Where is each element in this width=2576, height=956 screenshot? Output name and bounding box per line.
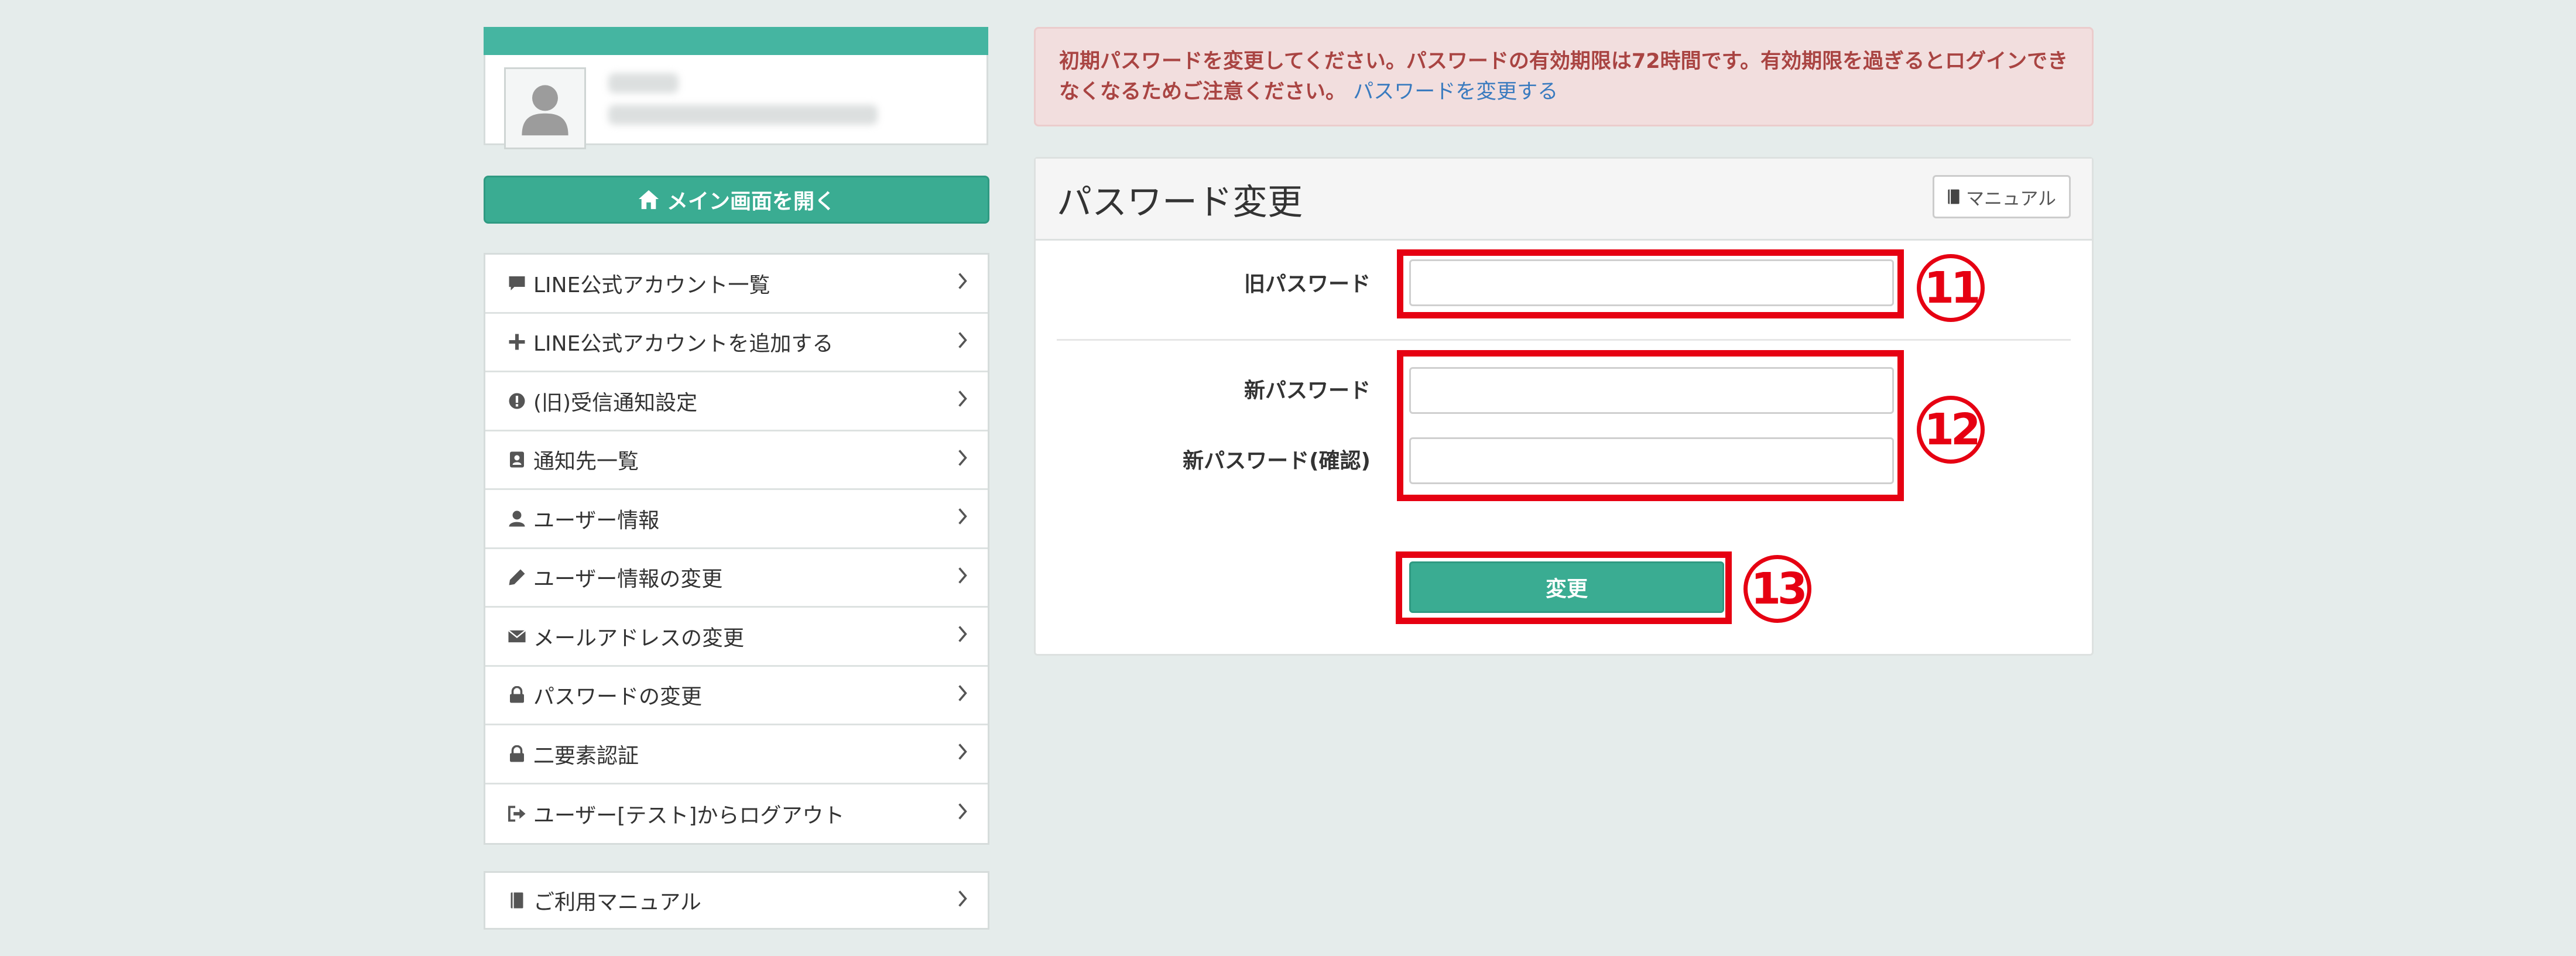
annotation-box-submit [1396, 551, 1732, 624]
open-main-screen-label: メイン画面を開く [666, 190, 835, 214]
new-password-confirm-label: 新パスワード(確認) [1183, 449, 1371, 473]
book-icon [506, 892, 527, 909]
pencil-icon [506, 568, 527, 586]
book-icon [1948, 189, 1960, 204]
sidebar-item-label: メールアドレスの変更 [533, 626, 745, 650]
sidebar-item-edit-user-info[interactable]: ユーザー情報の変更 [485, 549, 988, 608]
page: メイン画面を開く LINE公式アカウント一覧 LINE公式アカウントを追加する [0, 0, 2576, 956]
lock-icon [506, 686, 527, 704]
annotation-marker-12: 12 [1917, 396, 1985, 464]
new-password-label: 新パスワード [1244, 379, 1371, 403]
annotation-box-old-password [1397, 249, 1904, 318]
comment-icon [506, 275, 527, 292]
sidebar-item-two-factor-auth[interactable]: 二要素認証 [485, 725, 988, 784]
sidebar-item-add-line-account[interactable]: LINE公式アカウントを追加する [485, 314, 988, 372]
lock-icon [506, 745, 527, 763]
sidebar-item-old-notification-settings[interactable]: (旧)受信通知設定 [485, 372, 988, 431]
open-main-screen-button[interactable]: メイン画面を開く [484, 176, 989, 224]
change-password-link[interactable]: パスワードを変更する [1353, 80, 1558, 104]
plus-icon [506, 333, 527, 351]
sidebar-item-label: 通知先一覧 [533, 450, 639, 474]
avatar [504, 67, 586, 149]
chevron-right-icon [950, 566, 968, 590]
chevron-right-icon [950, 624, 968, 648]
sidebar-item-label: LINE公式アカウント一覧 [533, 273, 770, 297]
sidebar-item-user-manual[interactable]: ご利用マニュアル [484, 871, 989, 930]
sidebar-item-label: ユーザー[テスト]からログアウト [533, 803, 845, 828]
envelope-icon [506, 629, 527, 644]
chevron-right-icon [950, 742, 968, 766]
sidebar-item-logout[interactable]: ユーザー[テスト]からログアウト [485, 784, 988, 844]
sidebar-item-change-email[interactable]: メールアドレスの変更 [485, 608, 988, 667]
sidebar-item-user-info[interactable]: ユーザー情報 [485, 490, 988, 549]
sidebar-item-label: ユーザー情報の変更 [533, 567, 723, 592]
home-icon [638, 190, 659, 210]
chevron-right-icon [950, 448, 968, 472]
chevron-right-icon [950, 683, 968, 707]
annotation-marker-13: 13 [1743, 555, 1811, 623]
blurred-user-email [608, 105, 878, 125]
alert-circle-icon [506, 392, 527, 410]
chevron-right-icon [957, 889, 968, 913]
annotation-box-new-passwords [1397, 350, 1904, 501]
sidebar-item-notification-targets[interactable]: 通知先一覧 [485, 431, 988, 490]
sidebar-item-line-accounts[interactable]: LINE公式アカウント一覧 [485, 255, 988, 314]
sidebar-item-label: 二要素認証 [533, 743, 639, 768]
panel-header: パスワード変更 マニュアル [1036, 159, 2092, 241]
chevron-right-icon [950, 506, 968, 530]
manual-button[interactable]: マニュアル [1933, 175, 2071, 218]
sidebar-menu: LINE公式アカウント一覧 LINE公式アカウントを追加する (旧)受信通知設定 [484, 253, 989, 845]
field-divider [1057, 339, 2071, 341]
sidebar-item-change-password[interactable]: パスワードの変更 [485, 667, 988, 725]
password-expiry-alert: 初期パスワードを変更してください。パスワードの有効期限は72時間です。有効期限を… [1034, 27, 2094, 126]
blurred-user-name [608, 73, 679, 93]
chevron-right-icon [950, 801, 968, 825]
profile-card [484, 27, 988, 149]
sidebar-item-label: ユーザー情報 [533, 508, 660, 533]
sidebar-item-label: パスワードの変更 [533, 685, 703, 710]
logout-icon [506, 806, 527, 822]
sidebar-item-label: ご利用マニュアル [533, 890, 701, 914]
alert-message: 初期パスワードを変更してください。パスワードの有効期限は72時間です。有効期限を… [1059, 50, 2068, 104]
old-password-label: 旧パスワード [1244, 272, 1371, 296]
user-silhouette-icon [522, 85, 568, 136]
user-icon [506, 510, 527, 527]
sidebar-item-label: LINE公式アカウントを追加する [533, 332, 834, 357]
sidebar-item-label: (旧)受信通知設定 [533, 390, 698, 415]
page-title: パスワード変更 [1057, 182, 1303, 223]
manual-button-label: マニュアル [1965, 188, 2057, 210]
chevron-right-icon [950, 271, 968, 295]
contact-card-icon [506, 451, 527, 468]
chevron-right-icon [950, 389, 968, 413]
annotation-marker-11: 11 [1917, 254, 1985, 322]
profile-header-bar [484, 27, 988, 55]
chevron-right-icon [950, 330, 968, 354]
